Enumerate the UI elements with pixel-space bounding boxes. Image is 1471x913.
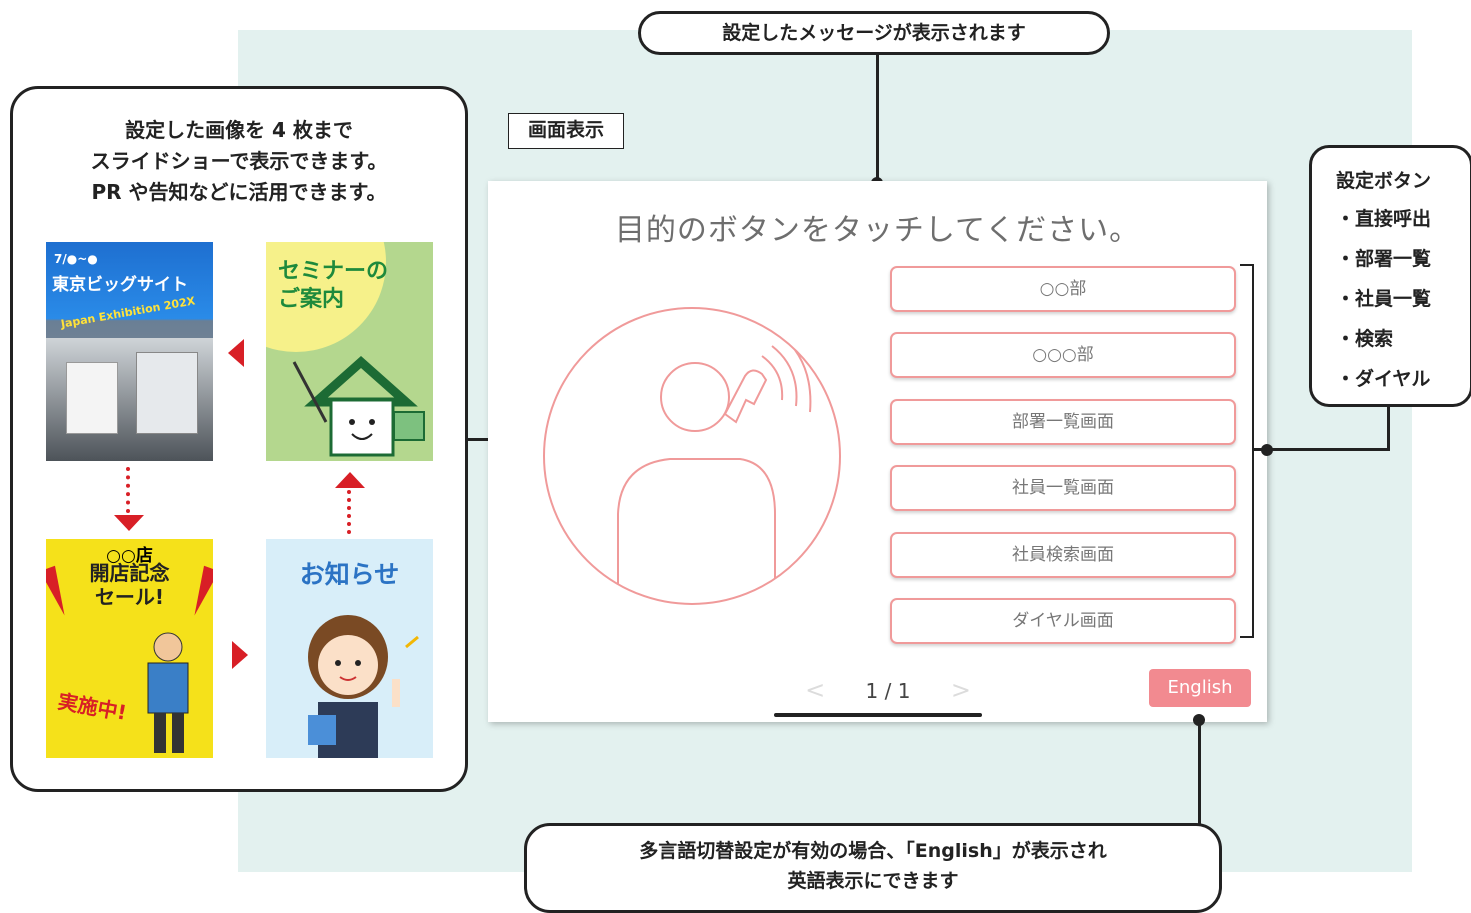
sale-line2: セール! (94, 585, 165, 609)
expo-date: 7/●~● (54, 252, 98, 266)
menu-button[interactable]: 部署一覧画面 (890, 399, 1236, 445)
screen-message: 目的のボタンをタッチしてください。 (614, 213, 1141, 248)
pager-next-button[interactable]: > (951, 676, 971, 704)
settings-buttons-callout: 設定ボタン ・直接呼出 ・部署一覧 ・社員一覧 ・検索 ・ダイヤル (1309, 145, 1471, 407)
arrow-down-icon (114, 515, 144, 531)
description-line: スライドショーで表示できます。 (90, 149, 388, 173)
screen-display-label: 画面表示 (508, 113, 624, 149)
button-group-bracket (1240, 264, 1254, 638)
woman-character-icon (308, 615, 419, 758)
menu-button[interactable]: ○○○部 (890, 332, 1236, 378)
english-button[interactable]: English (1149, 669, 1251, 707)
settings-item: ・検索 (1336, 328, 1394, 350)
language-line1: 多言語切替設定が有効の場合、「English」が表示され (639, 840, 1107, 862)
menu-button[interactable]: 社員一覧画面 (890, 465, 1236, 511)
dotted-line-up (347, 490, 355, 534)
menu-button[interactable]: ダイヤル画面 (890, 598, 1236, 644)
connector-line (1198, 720, 1201, 824)
connector-line (1254, 448, 1390, 451)
pager-prev-button[interactable]: < (805, 676, 825, 704)
slideshow-description: 設定した画像を 4 枚まで スライドショーで表示できます。 PR や告知などに活… (13, 115, 465, 208)
phone-user-icon (543, 307, 841, 605)
language-callout: 多言語切替設定が有効の場合、「English」が表示され 英語表示にできます (524, 823, 1222, 913)
notice-title: お知らせ (299, 560, 400, 589)
expo-venue: 東京ビッグサイト (52, 275, 188, 295)
house-character-icon (292, 355, 425, 457)
expo-event: Japan Exhibition 202X (59, 294, 197, 331)
settings-title: 設定ボタン (1336, 170, 1432, 192)
connector-line (1387, 405, 1390, 451)
slide-sale: ○○店 開店記念 セール! 実施中! (46, 539, 213, 758)
menu-button[interactable]: ○○部 (890, 266, 1236, 312)
pager-text: 1 / 1 (865, 679, 911, 703)
seminar-line1: セミナーの (278, 259, 389, 284)
salesman-icon (147, 632, 189, 753)
settings-item: ・直接呼出 (1336, 208, 1432, 230)
menu-button[interactable]: 社員検索画面 (890, 532, 1236, 578)
sale-badge: 実施中! (56, 689, 129, 725)
seminar-line2: ご案内 (278, 287, 345, 312)
message-callout: 設定したメッセージが表示されます (638, 11, 1110, 55)
arrow-left-icon (228, 339, 244, 367)
slide-notice: お知らせ (266, 539, 433, 758)
kiosk-screen: 目的のボタンをタッチしてください。 ○○部 ○○○部 部署一覧画面 社員一覧画面… (488, 181, 1267, 722)
pager: < 1 / 1 > (788, 676, 988, 704)
description-line: PR や告知などに活用できます。 (91, 180, 387, 204)
description-line: 設定した画像を 4 枚まで (125, 118, 353, 142)
settings-item: ・ダイヤル (1336, 368, 1431, 390)
settings-item: ・社員一覧 (1336, 288, 1432, 310)
slide-seminar: セミナーの ご案内 (266, 242, 433, 461)
connector-line (876, 55, 879, 183)
settings-item: ・部署一覧 (1336, 248, 1432, 270)
arrow-up-icon (335, 472, 365, 488)
language-line2: 英語表示にできます (787, 870, 959, 892)
arrow-right-icon (232, 641, 248, 669)
dotted-line-down (126, 467, 134, 513)
connector-dot (1261, 444, 1273, 456)
sale-line1: 開店記念 (89, 561, 170, 585)
slide-expo: 7/●~● 東京ビッグサイト Japan Exhibition 202X (46, 242, 213, 461)
home-indicator (774, 713, 982, 717)
